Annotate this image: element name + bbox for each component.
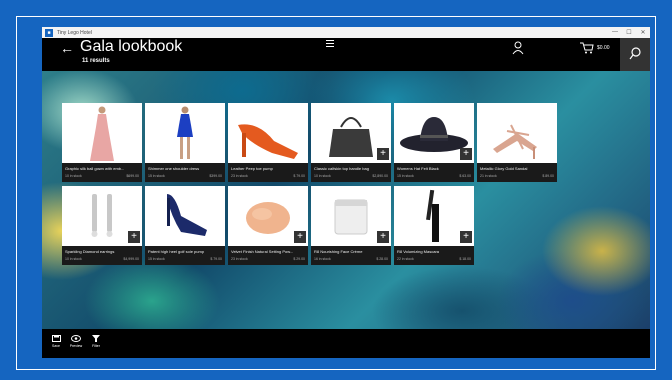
preview-button[interactable]: Preview: [68, 335, 84, 348]
add-to-cart-button[interactable]: +: [294, 231, 306, 243]
product-price: $4,999.00: [123, 257, 139, 261]
app-header: ← Gala lookbook 11 results $0.00: [42, 38, 650, 71]
gold-sandal-image: [477, 103, 557, 163]
search-icon: [629, 47, 641, 60]
product-name: Sparkling Diamond earrings: [65, 249, 115, 254]
product-price: $ 28.00: [376, 257, 388, 261]
product-tile[interactable]: + Sparkling Diamond earrings 10 in stock…: [62, 186, 142, 265]
product-price: $ 89.00: [542, 174, 554, 178]
minimize-button[interactable]: —: [608, 29, 622, 36]
results-count: 11 results: [82, 58, 110, 64]
product-stock: 15 in stock: [148, 174, 165, 178]
navy-pump-image: [145, 186, 225, 246]
product-name: Graphic silk ball gown with emb...: [65, 166, 125, 171]
product-name: Velvet Finish Natural Setting Pow...: [231, 249, 294, 254]
product-tile[interactable]: + Velvet Finish Natural Setting Pow... 2…: [228, 186, 308, 265]
product-name: Womens Hat Felt Black: [397, 166, 439, 171]
title-bar: ■ Tiny Lego Hotel — ☐ ✕: [42, 27, 650, 38]
product-stock: 10 in stock: [314, 174, 331, 178]
user-icon[interactable]: [512, 41, 524, 55]
cart-icon[interactable]: [580, 42, 594, 54]
product-price: $ 63.00: [459, 174, 471, 178]
search-button[interactable]: [620, 38, 650, 71]
product-price: $ 79.00: [210, 257, 222, 261]
eye-icon: [71, 335, 81, 342]
save-label: Save: [52, 344, 60, 348]
product-tile[interactable]: + Womens Hat Felt Black 15 in stock $ 63…: [394, 103, 474, 182]
product-stock: 23 in stock: [231, 174, 248, 178]
product-price: $2,890.00: [372, 174, 388, 178]
maximize-button[interactable]: ☐: [622, 29, 636, 36]
product-stock: 10 in stock: [65, 174, 82, 178]
product-name: Patent high heel golf sole pump: [148, 249, 205, 254]
product-name: Metallic Glory Gold Sandal: [480, 166, 528, 171]
orange-pump-image: [228, 103, 308, 163]
app-logo-icon: ■: [45, 28, 53, 37]
add-to-cart-button[interactable]: +: [128, 231, 140, 243]
product-tile[interactable]: + Classic calfskin top handle bag 10 in …: [311, 103, 391, 182]
product-price: $699.00: [126, 174, 139, 178]
add-to-cart-button[interactable]: +: [377, 231, 389, 243]
product-name: Shimmer one shoulder dress: [148, 166, 200, 171]
product-tile[interactable]: Graphic silk ball gown with emb... 10 in…: [62, 103, 142, 182]
product-stock: 15 in stock: [397, 174, 414, 178]
product-tile[interactable]: + R8 Volumizing Mascara 22 in stock $ 18…: [394, 186, 474, 265]
filter-label: Filter: [92, 344, 100, 348]
window-controls: — ☐ ✕: [608, 29, 650, 36]
bottom-command-bar: Save Preview Filter: [42, 329, 650, 358]
filter-button[interactable]: Filter: [88, 335, 104, 348]
save-icon: [51, 335, 61, 342]
product-stock: 21 in stock: [480, 174, 497, 178]
add-to-cart-button[interactable]: +: [460, 231, 472, 243]
product-tile[interactable]: Metallic Glory Gold Sandal 21 in stock $…: [477, 103, 557, 182]
hamburger-menu-icon[interactable]: [326, 40, 334, 49]
save-button[interactable]: Save: [48, 335, 64, 348]
page-title: Gala lookbook: [80, 38, 183, 55]
product-price: $399.00: [209, 174, 222, 178]
app-name: Tiny Lego Hotel: [57, 29, 92, 36]
close-button[interactable]: ✕: [636, 29, 650, 36]
product-tile[interactable]: Shimmer one shoulder dress 15 in stock $…: [145, 103, 225, 182]
filter-icon: [92, 335, 100, 342]
product-name: R8 Volumizing Mascara: [397, 249, 440, 254]
product-tile[interactable]: + R8 Nourishing Face Crème 16 in stock $…: [311, 186, 391, 265]
product-name: Classic calfskin top handle bag: [314, 166, 369, 171]
add-to-cart-button[interactable]: +: [460, 148, 472, 160]
product-stock: 22 in stock: [397, 257, 414, 261]
product-tile[interactable]: Leather Peep toe pump 23 in stock $ 79.0…: [228, 103, 308, 182]
product-stock: 15 in stock: [148, 257, 165, 261]
add-to-cart-button[interactable]: +: [377, 148, 389, 160]
app-window: ■ Tiny Lego Hotel — ☐ ✕ ← Gala lookbook …: [42, 27, 650, 358]
product-stock: 10 in stock: [65, 257, 82, 261]
product-stock: 16 in stock: [314, 257, 331, 261]
product-stock: 23 in stock: [231, 257, 248, 261]
product-price: $ 79.00: [293, 174, 305, 178]
pink-gown-image: [62, 103, 142, 163]
product-name: R8 Nourishing Face Crème: [314, 249, 363, 254]
product-price: $ 18.00: [459, 257, 471, 261]
product-name: Leather Peep toe pump: [231, 166, 273, 171]
back-button[interactable]: ←: [60, 40, 74, 56]
product-price: $ 29.00: [293, 257, 305, 261]
cart-total: $0.00: [597, 45, 610, 51]
blue-dress-image: [145, 103, 225, 163]
preview-label: Preview: [69, 344, 83, 348]
product-tile[interactable]: Patent high heel golf sole pump 15 in st…: [145, 186, 225, 265]
